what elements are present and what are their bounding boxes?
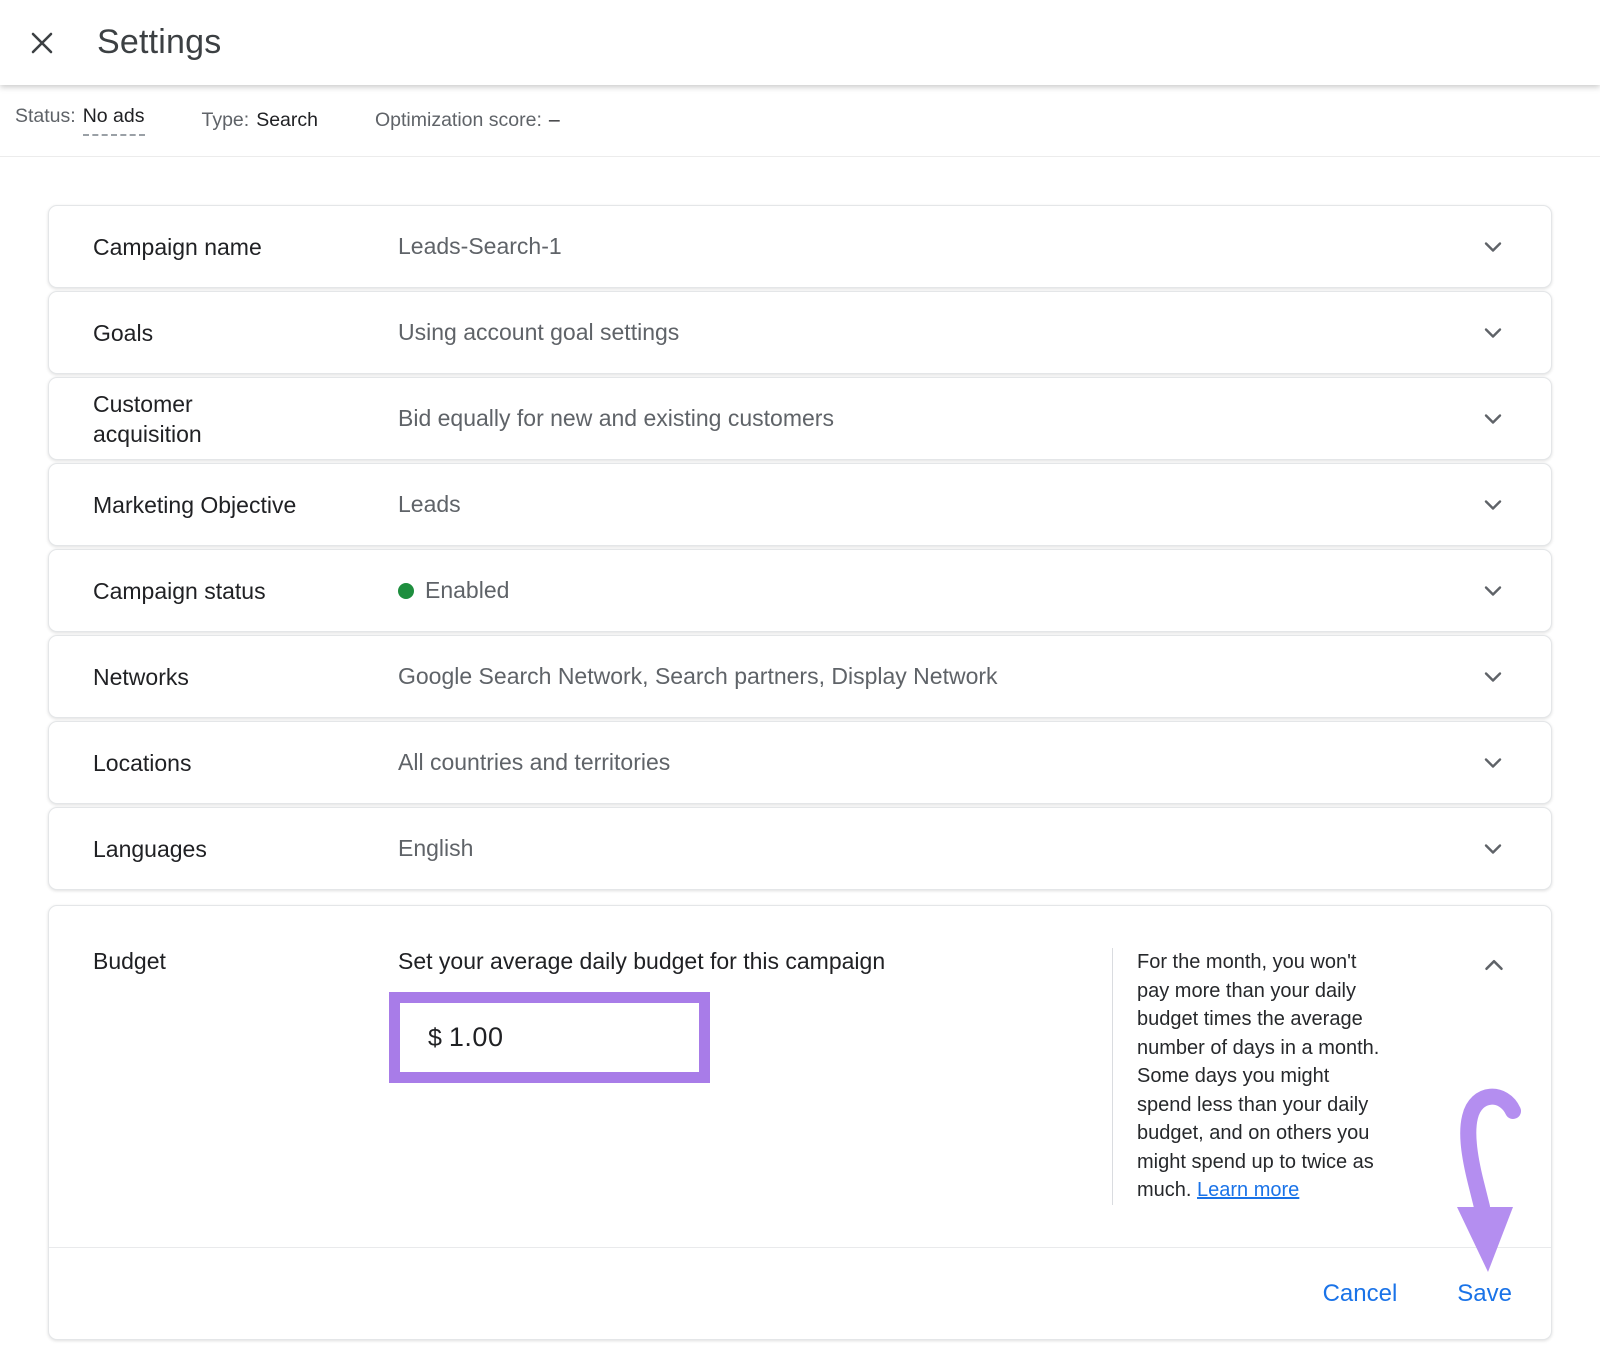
budget-amount-highlight: $ 1.00 — [389, 992, 710, 1083]
budget-amount-value: 1.00 — [449, 1022, 504, 1053]
budget-main: Budget Set your average daily budget for… — [49, 906, 1551, 1205]
goals-value: Using account goal settings — [398, 319, 1479, 346]
locations-label: Locations — [93, 748, 398, 778]
status-label: Status: — [15, 105, 76, 128]
enabled-status-dot — [398, 583, 414, 599]
page-title: Settings — [97, 23, 221, 62]
learn-more-link[interactable]: Learn more — [1197, 1179, 1299, 1201]
chevron-down-icon[interactable] — [1479, 491, 1507, 519]
budget-footer: Cancel Save — [49, 1247, 1551, 1339]
customer-acquisition-label: Customer acquisition — [93, 389, 398, 449]
budget-help-panel: For the month, you won't pay more than y… — [1112, 948, 1551, 1205]
chevron-down-icon[interactable] — [1479, 663, 1507, 691]
campaign-status-value: Enabled — [398, 577, 1479, 604]
budget-amount-field[interactable]: $ 1.00 — [400, 1022, 699, 1053]
row-locations[interactable]: Locations All countries and territories — [48, 721, 1552, 804]
row-networks[interactable]: Networks Google Search Network, Search p… — [48, 635, 1552, 718]
optimization-score-value: – — [549, 109, 560, 132]
budget-editor: Set your average daily budget for this c… — [398, 948, 1112, 1205]
chevron-down-icon[interactable] — [1479, 577, 1507, 605]
budget-section: Budget Set your average daily budget for… — [48, 905, 1552, 1340]
status-item-optimization-score: Optimization score: – — [375, 109, 560, 132]
marketing-objective-value: Leads — [398, 491, 1479, 518]
chevron-down-icon[interactable] — [1479, 835, 1507, 863]
campaign-name-value: Leads-Search-1 — [398, 233, 1479, 260]
currency-symbol: $ — [428, 1024, 442, 1053]
networks-label: Networks — [93, 662, 398, 692]
optimization-score-label: Optimization score: — [375, 109, 542, 132]
budget-prompt: Set your average daily budget for this c… — [398, 948, 1112, 975]
close-icon — [27, 28, 57, 58]
campaign-status-label: Campaign status — [93, 576, 398, 606]
chevron-up-icon[interactable] — [1479, 950, 1509, 985]
campaign-status-bar: Status: No ads Type: Search Optimization… — [0, 85, 1600, 157]
languages-label: Languages — [93, 834, 398, 864]
row-languages[interactable]: Languages English — [48, 807, 1552, 890]
budget-label: Budget — [93, 948, 398, 1205]
save-button[interactable]: Save — [1457, 1280, 1512, 1308]
type-value: Search — [256, 109, 318, 132]
chevron-down-icon[interactable] — [1479, 233, 1507, 261]
languages-value: English — [398, 835, 1479, 862]
campaign-status-text: Enabled — [425, 577, 509, 604]
row-customer-acquisition[interactable]: Customer acquisition Bid equally for new… — [48, 377, 1552, 460]
chevron-down-icon[interactable] — [1479, 405, 1507, 433]
type-label: Type: — [202, 109, 250, 132]
status-item-type: Type: Search — [202, 109, 319, 132]
close-button[interactable] — [25, 26, 59, 60]
status-item-status: Status: No ads — [15, 105, 145, 136]
locations-value: All countries and territories — [398, 749, 1479, 776]
row-goals[interactable]: Goals Using account goal settings — [48, 291, 1552, 374]
networks-value: Google Search Network, Search partners, … — [398, 663, 1479, 690]
chevron-down-icon[interactable] — [1479, 749, 1507, 777]
settings-header: Settings — [0, 0, 1600, 85]
settings-panel: Campaign name Leads-Search-1 Goals Using… — [0, 157, 1600, 1340]
chevron-down-icon[interactable] — [1479, 319, 1507, 347]
campaign-name-label: Campaign name — [93, 232, 398, 262]
marketing-objective-label: Marketing Objective — [93, 490, 398, 520]
status-value: No ads — [83, 105, 145, 136]
cancel-button[interactable]: Cancel — [1323, 1280, 1398, 1308]
row-marketing-objective[interactable]: Marketing Objective Leads — [48, 463, 1552, 546]
budget-help-text: For the month, you won't pay more than y… — [1137, 948, 1415, 1205]
row-campaign-name[interactable]: Campaign name Leads-Search-1 — [48, 205, 1552, 288]
row-campaign-status[interactable]: Campaign status Enabled — [48, 549, 1552, 632]
goals-label: Goals — [93, 318, 398, 348]
customer-acquisition-value: Bid equally for new and existing custome… — [398, 405, 1479, 432]
